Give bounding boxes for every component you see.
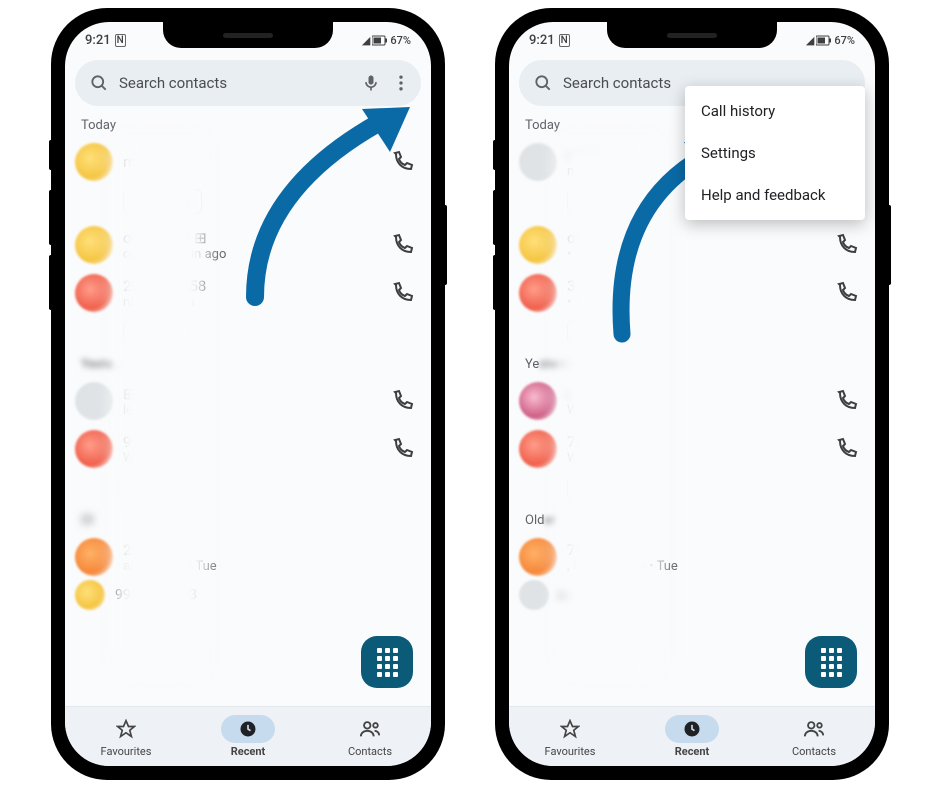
call-icon[interactable] [391, 437, 415, 461]
avatar [519, 382, 557, 420]
bottom-nav: Favourites Recent Contacts [65, 706, 431, 766]
phone-frame-right: 9:21 N ◢ 67% Search contacts Call histor… [497, 10, 887, 778]
mic-icon[interactable] [361, 73, 381, 93]
nav-label: Recent [231, 745, 266, 758]
nav-label: Recent [675, 745, 710, 758]
search-icon [89, 73, 109, 93]
notch [163, 22, 333, 48]
call-icon[interactable] [391, 150, 415, 174]
status-time: 9:21 [85, 33, 111, 48]
avatar [519, 274, 557, 312]
avatar [75, 274, 113, 312]
star-icon [560, 719, 580, 739]
menu-settings[interactable]: Settings [685, 132, 865, 174]
call-icon[interactable] [835, 233, 859, 257]
star-icon [116, 719, 136, 739]
avatar [519, 143, 557, 181]
signal-icon: ◢ [362, 34, 370, 47]
call-icon[interactable] [391, 389, 415, 413]
avatar [75, 538, 113, 576]
phone-frame-left: 9:21 N ◢ 67% Search contacts Today min a… [53, 10, 443, 778]
section-today: Today [65, 112, 431, 137]
nav-recent[interactable]: Recent [631, 707, 753, 766]
dialpad-icon [377, 648, 398, 677]
avatar [75, 226, 113, 264]
nav-label: Contacts [792, 745, 836, 758]
nav-label: Contacts [348, 745, 392, 758]
battery-icon [372, 35, 388, 46]
avatar [519, 538, 557, 576]
screen: 9:21 N ◢ 67% Search contacts Call histor… [509, 22, 875, 766]
menu-call-history[interactable]: Call history [685, 90, 865, 132]
status-battery: 67% [390, 34, 411, 47]
clock-icon [238, 719, 258, 739]
clock-icon [682, 719, 702, 739]
search-placeholder: Search contacts [119, 74, 351, 92]
overflow-menu: Call history Settings Help and feedback [685, 86, 865, 220]
nfc-icon: N [115, 34, 126, 47]
avatar [75, 382, 113, 420]
nav-recent[interactable]: Recent [187, 707, 309, 766]
recent-calls-list[interactable]: Today min ago Not spam omer care ⊞ obile… [65, 112, 431, 706]
contacts-icon [803, 719, 825, 739]
nav-contacts[interactable]: Contacts [753, 707, 875, 766]
notch [607, 22, 777, 48]
contacts-icon [359, 719, 381, 739]
status-time: 9:21 [529, 33, 555, 48]
dialpad-icon [821, 648, 842, 677]
nav-favourites[interactable]: Favourites [509, 707, 631, 766]
battery-icon [816, 35, 832, 46]
search-icon [533, 73, 553, 93]
avatar [519, 580, 549, 610]
call-icon[interactable] [835, 281, 859, 305]
status-battery: 67% [834, 34, 855, 47]
avatar [75, 430, 113, 468]
call-icon[interactable] [835, 389, 859, 413]
screen: 9:21 N ◢ 67% Search contacts Today min a… [65, 22, 431, 766]
dialpad-fab[interactable] [805, 636, 857, 688]
more-icon[interactable] [391, 73, 411, 93]
nfc-icon: N [559, 34, 570, 47]
avatar [519, 226, 557, 264]
dialpad-fab[interactable] [361, 636, 413, 688]
bottom-nav: Favourites Recent Contacts [509, 706, 875, 766]
signal-icon: ◢ [806, 34, 814, 47]
avatar [75, 580, 105, 610]
avatar [519, 430, 557, 468]
nav-label: Favourites [545, 745, 596, 758]
nav-favourites[interactable]: Favourites [65, 707, 187, 766]
search-bar[interactable]: Search contacts [75, 60, 421, 106]
nav-label: Favourites [101, 745, 152, 758]
call-icon[interactable] [391, 281, 415, 305]
avatar [75, 143, 113, 181]
call-icon[interactable] [835, 437, 859, 461]
nav-contacts[interactable]: Contacts [309, 707, 431, 766]
call-icon[interactable] [391, 233, 415, 257]
menu-help-feedback[interactable]: Help and feedback [685, 174, 865, 216]
